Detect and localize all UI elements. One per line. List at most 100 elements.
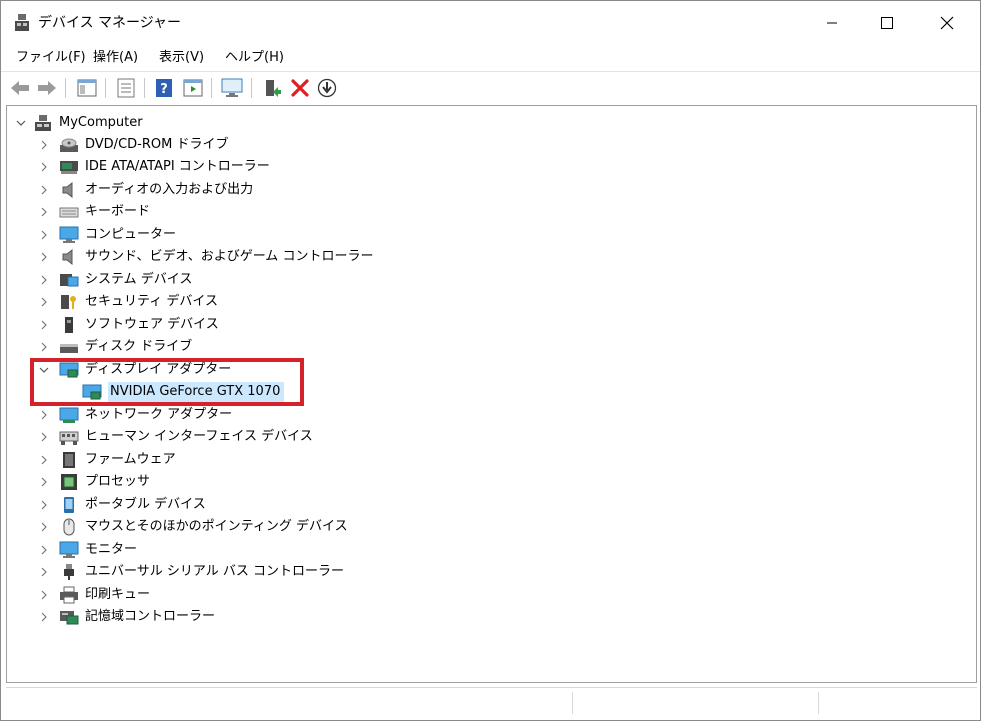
expand-chevron-icon[interactable] <box>39 162 49 172</box>
expand-chevron-icon[interactable] <box>39 320 49 330</box>
uninstall-button[interactable] <box>288 76 312 100</box>
enable-disable-icon <box>317 78 337 98</box>
collapse-chevron-icon[interactable] <box>39 365 49 375</box>
category-human-interface-devices[interactable]: ヒューマン インターフェイス デバイス <box>59 426 313 448</box>
network-adapter-icon <box>59 407 79 423</box>
category-label: ソフトウェア デバイス <box>85 317 219 332</box>
tree-root-node[interactable]: MyComputer <box>33 112 143 134</box>
usb-icon <box>64 564 74 580</box>
category-label: プロセッサ <box>85 474 151 489</box>
enable-disable-button[interactable] <box>315 76 339 100</box>
category-portable-devices[interactable]: ポータブル デバイス <box>59 494 206 516</box>
status-bar-divider <box>818 692 819 714</box>
processor-icon <box>61 474 77 490</box>
category-security-devices[interactable]: セキュリティ デバイス <box>59 291 218 313</box>
expand-chevron-icon[interactable] <box>39 275 49 285</box>
speaker-icon <box>62 181 73 199</box>
category-label: ユニバーサル シリアル バス コントローラー <box>85 564 345 579</box>
monitor-icon <box>59 541 79 558</box>
speaker-icon <box>62 248 73 266</box>
expand-chevron-icon[interactable] <box>39 500 49 510</box>
properties-icon <box>117 78 135 98</box>
software-device-icon <box>65 317 73 333</box>
portable-device-icon <box>64 497 74 513</box>
menu-help[interactable]: ヘルプ(H) <box>223 48 286 68</box>
category-monitors[interactable]: モニター <box>59 539 137 561</box>
category-label: ポータブル デバイス <box>85 497 206 512</box>
device-tree[interactable]: MyComputer DVD/CD-ROM ドライブ IDE ATA/ATAPI… <box>6 105 977 683</box>
forward-button[interactable] <box>35 76 59 100</box>
expand-chevron-icon[interactable] <box>39 612 49 622</box>
expand-chevron-icon[interactable] <box>39 207 49 217</box>
toolbar-separator <box>144 78 145 98</box>
category-disk-drives[interactable]: ディスク ドライブ <box>59 336 192 358</box>
category-system-devices[interactable]: システム デバイス <box>59 269 192 291</box>
category-firmware[interactable]: ファームウェア <box>59 449 176 471</box>
menu-action[interactable]: 操作(A) <box>91 48 140 68</box>
action-pane-button[interactable] <box>181 76 205 100</box>
category-computer[interactable]: コンピューター <box>59 224 176 246</box>
expand-chevron-icon[interactable] <box>39 410 49 420</box>
category-label: ディスク ドライブ <box>85 339 193 354</box>
category-label: 記憶域コントローラー <box>85 609 216 624</box>
update-driver-icon <box>266 80 281 97</box>
toolbar: ? <box>1 71 980 104</box>
category-software-devices[interactable]: ソフトウェア デバイス <box>59 314 219 336</box>
console-tree-button[interactable] <box>75 76 99 100</box>
category-network-adapters[interactable]: ネットワーク アダプター <box>59 404 232 426</box>
expand-chevron-icon[interactable] <box>39 230 49 240</box>
category-processors[interactable]: プロセッサ <box>59 471 150 493</box>
device-manager-icon <box>15 14 29 31</box>
expand-chevron-icon[interactable] <box>39 477 49 487</box>
dvd-drive-icon <box>60 138 78 152</box>
maximize-button[interactable] <box>864 1 910 45</box>
title-bar[interactable]: デバイス マネージャー <box>1 1 980 45</box>
expand-chevron-icon[interactable] <box>39 185 49 195</box>
category-mice[interactable]: マウスとそのほかのポインティング デバイス <box>59 516 348 538</box>
status-bar <box>6 687 977 718</box>
category-storage-controllers[interactable]: 記憶域コントローラー <box>59 606 215 628</box>
collapse-chevron-icon[interactable] <box>16 118 26 128</box>
expand-chevron-icon[interactable] <box>39 590 49 600</box>
properties-button[interactable] <box>114 76 138 100</box>
keyboard-icon <box>59 207 79 218</box>
category-label: サウンド、ビデオ、およびゲーム コントローラー <box>85 249 374 264</box>
menu-file[interactable]: ファイル(F) <box>14 48 88 68</box>
expand-chevron-icon[interactable] <box>39 432 49 442</box>
category-sound-video-game[interactable]: サウンド、ビデオ、およびゲーム コントローラー <box>59 246 373 268</box>
expand-chevron-icon[interactable] <box>39 522 49 532</box>
back-button[interactable] <box>8 76 32 100</box>
minimize-button[interactable] <box>809 1 855 45</box>
system-device-icon <box>60 274 79 287</box>
expand-chevron-icon[interactable] <box>39 297 49 307</box>
minimize-icon <box>827 22 837 24</box>
display-adapter-icon <box>82 384 102 400</box>
expand-chevron-icon[interactable] <box>39 455 49 465</box>
show-hide-console-tree-icon <box>77 79 97 97</box>
menu-view[interactable]: 表示(V) <box>157 48 206 68</box>
category-display-adapters[interactable]: ディスプレイ アダプター <box>59 359 231 381</box>
scan-hardware-button[interactable] <box>220 76 244 100</box>
security-key-icon <box>61 295 76 309</box>
status-bar-divider <box>572 692 573 714</box>
expand-chevron-icon[interactable] <box>39 545 49 555</box>
category-dvd-cd-rom[interactable]: DVD/CD-ROM ドライブ <box>59 134 228 156</box>
category-label: ファームウェア <box>85 452 176 467</box>
category-audio-io[interactable]: オーディオの入力および出力 <box>59 179 253 201</box>
svg-text:?: ? <box>160 82 168 97</box>
expand-chevron-icon[interactable] <box>39 342 49 352</box>
device-nvidia-geforce-gtx-1070[interactable]: NVIDIA GeForce GTX 1070 <box>82 381 285 403</box>
device-label: NVIDIA GeForce GTX 1070 <box>108 382 285 402</box>
close-button[interactable] <box>924 1 970 45</box>
expand-chevron-icon[interactable] <box>39 252 49 262</box>
category-usb-controllers[interactable]: ユニバーサル シリアル バス コントローラー <box>59 561 344 583</box>
expand-chevron-icon[interactable] <box>39 140 49 150</box>
toolbar-separator <box>211 78 212 98</box>
update-driver-button[interactable] <box>260 76 284 100</box>
expand-chevron-icon[interactable] <box>39 567 49 577</box>
toolbar-separator <box>65 78 66 98</box>
help-button[interactable]: ? <box>152 76 176 100</box>
category-print-queues[interactable]: 印刷キュー <box>59 584 150 606</box>
category-ide-ata-atapi[interactable]: IDE ATA/ATAPI コントローラー <box>59 156 270 178</box>
category-keyboard[interactable]: キーボード <box>59 201 150 223</box>
